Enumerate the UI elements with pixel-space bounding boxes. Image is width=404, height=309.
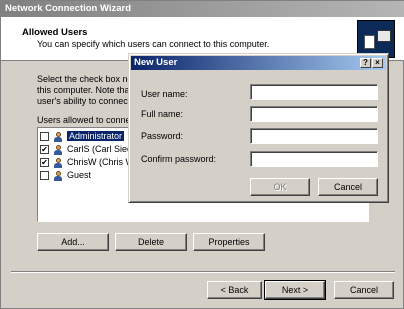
intro-text-line-2: this computer. Note tha <box>37 85 130 95</box>
user-name: Guest <box>67 170 92 180</box>
confirm-password-input[interactable] <box>250 151 378 167</box>
user-name: CarlS (Carl Siech <box>67 144 137 154</box>
user-icon <box>53 131 63 142</box>
intro-text-line-3: user's ability to connect. <box>37 96 133 106</box>
back-button[interactable]: < Back <box>207 281 262 299</box>
wizard-title-bar[interactable]: Network Connection Wizard <box>1 1 404 17</box>
page-title: Allowed Users <box>22 27 88 38</box>
user-icon <box>53 144 63 155</box>
delete-user-button[interactable]: Delete <box>115 233 187 251</box>
next-button[interactable]: Next > <box>264 280 326 300</box>
user-checkbox[interactable]: ✔ <box>40 158 49 168</box>
computer-icon <box>377 30 391 42</box>
intro-text-line-1: Select the check box ne <box>37 74 133 84</box>
user-name-input[interactable] <box>250 84 378 100</box>
user-checkbox[interactable]: ✔ <box>40 145 49 155</box>
cancel-button[interactable]: Cancel <box>334 281 394 299</box>
wizard-separator <box>11 271 395 273</box>
user-icon <box>53 157 63 168</box>
user-name-label: User name: <box>141 89 188 99</box>
user-name: ChrisW (Chris W <box>67 157 134 167</box>
dialog-cancel-button[interactable]: Cancel <box>318 178 378 196</box>
dialog-title-bar[interactable]: New User ? × <box>131 56 386 70</box>
add-user-button[interactable]: Add... <box>37 233 109 251</box>
full-name-label: Full name: <box>141 109 184 119</box>
user-icon <box>53 170 63 181</box>
user-name: Administrator <box>67 131 125 141</box>
new-user-dialog: New User ? × User name: Full name: Passw… <box>128 53 389 203</box>
user-checkbox[interactable] <box>40 132 49 142</box>
page-subtitle: You can specify which users can connect … <box>37 39 270 49</box>
users-allowed-label: Users allowed to connec <box>37 115 136 125</box>
confirm-password-label: Confirm password: <box>141 154 217 164</box>
close-icon[interactable]: × <box>372 58 383 68</box>
help-icon[interactable]: ? <box>360 58 371 68</box>
ok-button[interactable]: OK <box>250 178 310 196</box>
document-icon <box>364 35 375 49</box>
properties-button[interactable]: Properties <box>193 233 265 251</box>
dialog-title: New User <box>134 57 178 68</box>
full-name-input[interactable] <box>250 106 378 122</box>
user-checkbox[interactable] <box>40 171 49 181</box>
password-input[interactable] <box>250 128 378 144</box>
password-label: Password: <box>141 131 184 141</box>
